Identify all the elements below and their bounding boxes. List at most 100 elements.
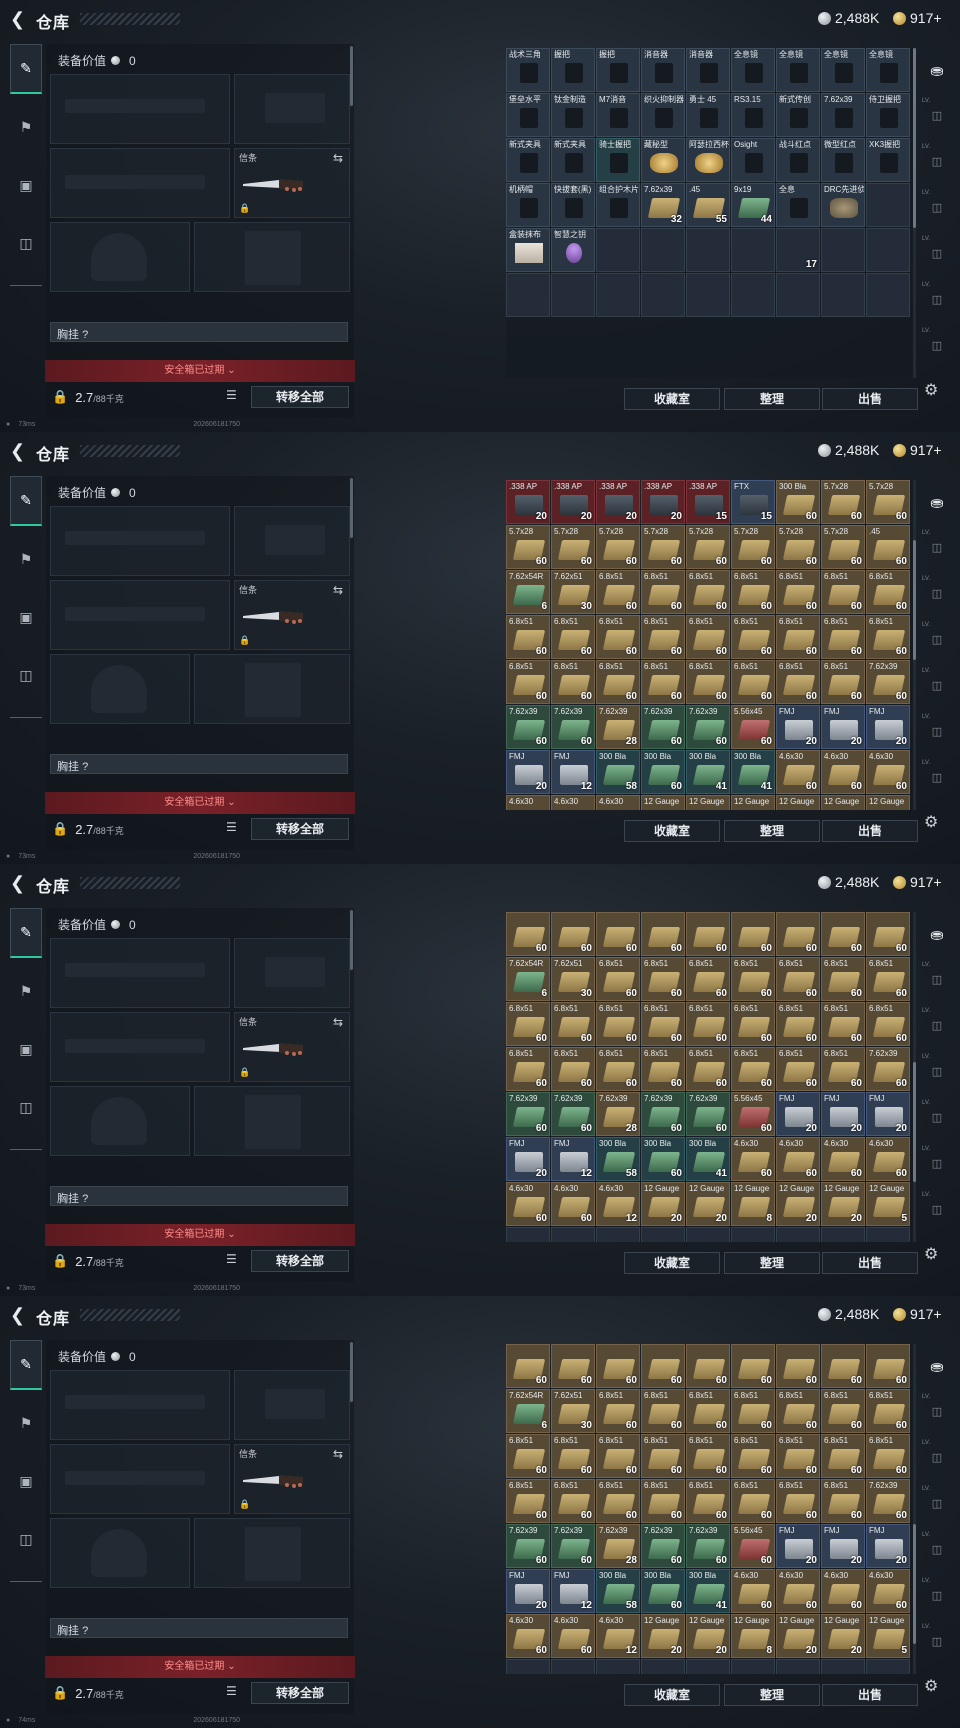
storage-item[interactable]: 12 Gauge 20 (686, 1182, 730, 1226)
storage-item[interactable]: 4.6x30 60 (506, 1182, 550, 1226)
storage-item[interactable]: 5.7x28 60 (821, 480, 865, 524)
empty-storage-cell[interactable] (641, 1227, 685, 1242)
storage-item[interactable]: 战术三角 (506, 48, 550, 92)
storage-item[interactable]: 消音器 (686, 48, 730, 92)
storage-item[interactable]: 盒装抹布 (506, 228, 550, 272)
storage-item[interactable]: 9x19 44 (731, 183, 775, 227)
weapon-tab[interactable]: ✎ (10, 476, 42, 526)
chest-rig-bar[interactable]: 胸挂 ? (50, 754, 348, 774)
sell-button[interactable]: 出售 (822, 820, 918, 842)
storage-item[interactable]: 4.6x30 (506, 795, 550, 810)
storage-item[interactable]: 4.6x30 60 (731, 1137, 775, 1181)
storage-item[interactable]: 60 (866, 912, 910, 956)
storage-scroll-thumb[interactable] (913, 48, 916, 228)
storage-item[interactable]: 5.56x45 60 (731, 1092, 775, 1136)
storage-item[interactable]: 7.62x39 60 (686, 1524, 730, 1568)
storage-item[interactable]: 5.7x28 60 (551, 525, 595, 569)
storage-item[interactable]: XK3握把 (866, 138, 910, 182)
storage-page-2[interactable]: LV. ◫ (922, 576, 952, 610)
storage-item[interactable]: .338 AP 20 (596, 480, 640, 524)
storage-item[interactable]: 7.62x39 28 (596, 1092, 640, 1136)
storage-item[interactable]: 4.6x30 12 (596, 1614, 640, 1658)
storage-item[interactable]: 12 Gauge 20 (641, 1614, 685, 1658)
empty-storage-cell[interactable] (551, 1659, 595, 1674)
storage-item[interactable]: 7.62x39 (821, 93, 865, 137)
empty-storage-cell[interactable] (731, 1659, 775, 1674)
storage-item[interactable]: 5.56x45 60 (731, 1524, 775, 1568)
storage-page-1[interactable]: LV. ◫ (922, 98, 952, 132)
storage-item[interactable]: 12 Gauge 20 (641, 1182, 685, 1226)
storage-item[interactable]: 6.8x51 60 (776, 1002, 820, 1046)
storage-item[interactable]: 全息镜 (731, 48, 775, 92)
storage-page-3[interactable]: LV. ◫ (922, 190, 952, 224)
storage-item[interactable]: .338 AP 20 (641, 480, 685, 524)
storage-item[interactable]: 7.62x54R 6 (506, 1389, 550, 1433)
storage-item[interactable]: .45 55 (686, 183, 730, 227)
storage-item[interactable]: 快拔套(黑) (551, 183, 595, 227)
storage-item[interactable]: 织火抑制器 (641, 93, 685, 137)
storage-item[interactable]: 6.8x51 60 (596, 615, 640, 659)
storage-item[interactable]: 4.6x30 12 (596, 1182, 640, 1226)
vest-tab[interactable]: ▣ (10, 1456, 42, 1506)
collection-button[interactable]: 收藏室 (624, 1684, 720, 1706)
storage-item[interactable]: 7.62x39 60 (506, 705, 550, 749)
storage-item[interactable]: 6.8x51 60 (641, 1389, 685, 1433)
storage-item[interactable]: 6.8x51 60 (821, 570, 865, 614)
storage-item[interactable]: 60 (641, 912, 685, 956)
storage-item[interactable]: 6.8x51 60 (506, 615, 550, 659)
storage-item[interactable]: 6.8x51 60 (776, 1047, 820, 1091)
storage-item[interactable]: 4.6x30 60 (866, 1569, 910, 1613)
storage-item[interactable]: 6.8x51 60 (821, 1434, 865, 1478)
storage-item[interactable]: 4.6x30 60 (551, 1182, 595, 1226)
storage-item[interactable]: 全息镜 (776, 48, 820, 92)
storage-item[interactable]: 全息镜 (821, 48, 865, 92)
storage-item[interactable]: 300 Bla 41 (686, 750, 730, 794)
storage-page-5[interactable]: LV. ◫ (922, 282, 952, 316)
storage-item[interactable]: 6.8x51 60 (551, 615, 595, 659)
storage-item[interactable]: FMJ 20 (506, 1569, 550, 1613)
storage-item[interactable]: .338 AP 20 (506, 480, 550, 524)
empty-storage-cell[interactable] (686, 1659, 730, 1674)
storage-page-1[interactable]: LV. ◫ (922, 1394, 952, 1428)
empty-storage-cell[interactable] (866, 228, 910, 272)
storage-item[interactable]: .338 AP 20 (551, 480, 595, 524)
storage-item[interactable]: 4.6x30 (596, 795, 640, 810)
melee-slot[interactable]: 信条 ⇆ 🔒 (234, 1012, 350, 1082)
gear-icon[interactable]: ⚙ (924, 812, 944, 832)
storage-item[interactable]: 6.8x51 60 (506, 1002, 550, 1046)
storage-page-3[interactable]: LV. ◫ (922, 1486, 952, 1520)
storage-item[interactable]: FMJ 20 (821, 705, 865, 749)
storage-item[interactable]: 4.6x30 60 (776, 750, 820, 794)
storage-item[interactable]: 6.8x51 60 (551, 660, 595, 704)
storage-item[interactable]: 60 (551, 1344, 595, 1388)
equipment-scrollbar[interactable] (350, 910, 353, 970)
storage-item[interactable]: 300 Bla 58 (596, 750, 640, 794)
empty-storage-cell[interactable] (551, 273, 595, 317)
storage-item[interactable]: 战斗红点 (776, 138, 820, 182)
gold-currency[interactable]: 917+ (893, 442, 942, 458)
storage-item[interactable]: 6.8x51 60 (641, 660, 685, 704)
empty-storage-cell[interactable] (506, 273, 550, 317)
storage-item[interactable]: 6.8x51 60 (551, 1434, 595, 1478)
safe-box-expired-banner[interactable]: 安全箱已过期 ⌄ (45, 792, 355, 814)
storage-item[interactable]: 7.62x39 32 (641, 183, 685, 227)
storage-page-1[interactable]: LV. ◫ (922, 530, 952, 564)
storage-item[interactable]: 7.62x39 60 (506, 1524, 550, 1568)
storage-item[interactable]: 堡垒水平 (506, 93, 550, 137)
storage-page-6[interactable]: LV. ◫ (922, 1624, 952, 1658)
storage-item[interactable]: 60 (596, 1344, 640, 1388)
storage-item[interactable]: 7.62x39 60 (506, 1092, 550, 1136)
storage-item[interactable]: 7.62x39 60 (551, 1092, 595, 1136)
storage-page-4[interactable]: LV. ◫ (922, 1532, 952, 1566)
armor-tab[interactable]: ⚑ (10, 102, 42, 152)
storage-item[interactable]: 6.8x51 60 (641, 1002, 685, 1046)
transfer-all-button[interactable]: 转移全部 (251, 1250, 349, 1272)
secondary-weapon-slot[interactable] (50, 1444, 230, 1514)
storage-item[interactable]: 6.8x51 60 (686, 1047, 730, 1091)
empty-storage-cell[interactable] (731, 1227, 775, 1242)
back-arrow-icon[interactable]: ❮ (10, 1306, 26, 1324)
storage-item[interactable]: 300 Bla 58 (596, 1137, 640, 1181)
storage-item[interactable]: FMJ 20 (776, 1092, 820, 1136)
storage-item[interactable]: 7.62x39 60 (686, 1092, 730, 1136)
secondary-weapon-slot[interactable] (50, 580, 230, 650)
